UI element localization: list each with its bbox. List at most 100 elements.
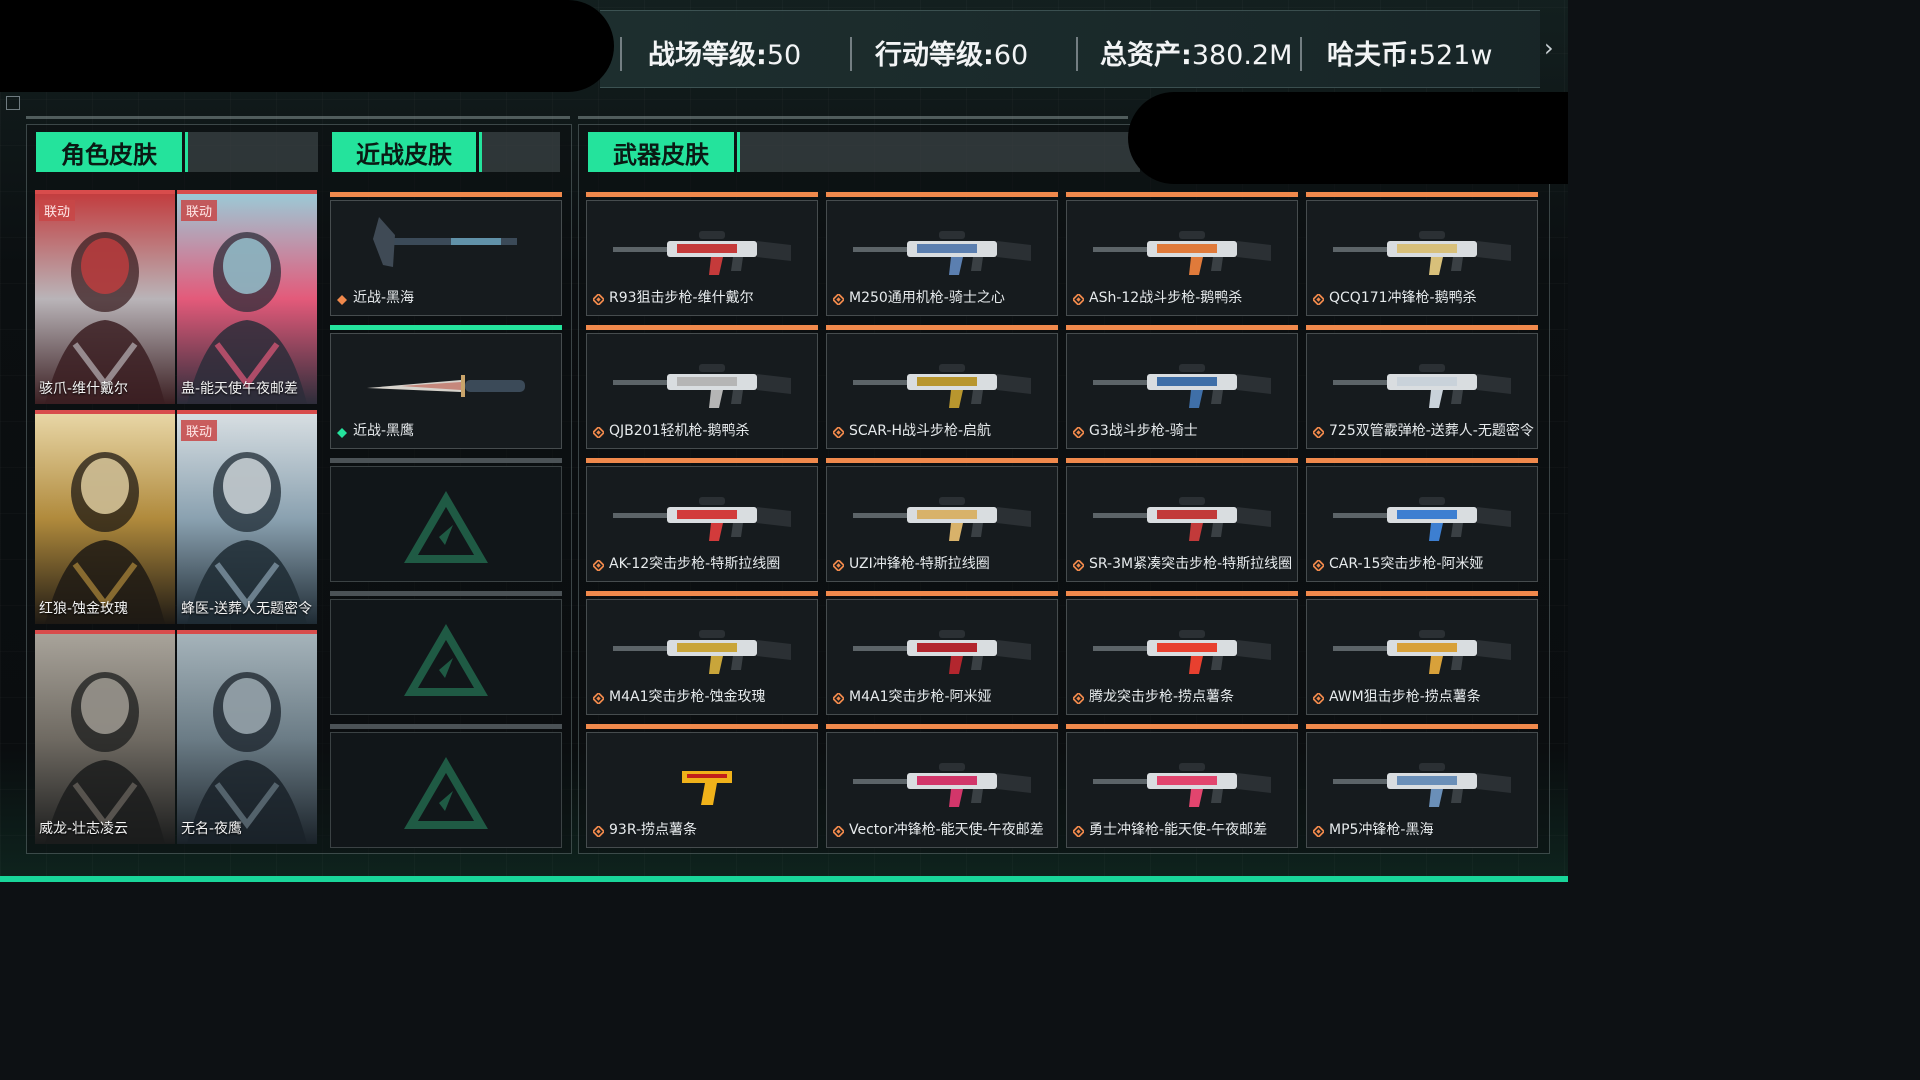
empty-melee-slot[interactable] [330,458,562,582]
weapon-skin-card[interactable]: 勇士冲锋枪-能天使-午夜邮差 [1066,724,1298,848]
weapon-skin-name: SR-3M紧凑突击步枪-特斯拉线圈 [1089,556,1293,572]
stats-divider [850,37,852,71]
character-skin-card[interactable]: 无名-夜鹰 [177,630,317,844]
character-skin-card[interactable]: 联动 蛊-能天使午夜邮差 [177,190,317,404]
melee-skin-card[interactable]: 近战-黑鹰 [330,325,562,449]
weapon-skin-name: 腾龙突击步枪-捞点薯条 [1089,689,1235,705]
weapon-skin-card[interactable]: 725双管霰弹枪-送葬人-无题密令 [1306,325,1538,449]
character-portrait [177,194,317,404]
character-skin-name: 威龙-壮志凌云 [39,821,129,837]
rarity-diamond-icon [833,294,844,305]
weapon-icon [613,231,791,275]
weapon-skin-name: 勇士冲锋枪-能天使-午夜邮差 [1089,822,1268,838]
weapon-skin-card[interactable]: 93R-捞点薯条 [586,724,818,848]
rarity-bar [1066,325,1298,330]
weapon-skin-card[interactable]: ASh-12战斗步枪-鹅鸭杀 [1066,192,1298,316]
rarity-diamond-icon [1073,560,1084,571]
weapon-skin-card[interactable]: G3战斗步枪-骑士 [1066,325,1298,449]
weapon-skin-card[interactable]: R93狙击步枪-维什戴尔 [586,192,818,316]
weapon-skin-name: M250通用机枪-骑士之心 [849,290,1005,306]
weapon-skin-card[interactable]: QCQ171冲锋枪-鹅鸭杀 [1306,192,1538,316]
character-skin-card[interactable]: 威龙-壮志凌云 [35,630,175,844]
weapon-skin-card[interactable]: M4A1突击步枪-阿米娅 [826,591,1058,715]
collab-badge: 联动 [39,200,76,221]
weapon-icon [853,231,1031,275]
rarity-diamond-icon [593,560,604,571]
weapon-skin-card[interactable]: AK-12突击步枪-特斯拉线圈 [586,458,818,582]
rarity-diamond-icon [1313,693,1324,704]
weapon-skin-card[interactable]: 腾龙突击步枪-捞点薯条 [1066,591,1298,715]
rarity-diamond-icon [593,294,604,305]
weapon-skin-name: 725双管霰弹枪-送葬人-无题密令 [1329,423,1534,439]
right-panel-topline [578,116,1128,119]
weapon-skin-card[interactable]: AWM狙击步枪-捞点薯条 [1306,591,1538,715]
stat-value: 380.2M [1191,40,1293,71]
weapon-skin-name: 93R-捞点薯条 [609,822,698,838]
placeholder-logo-icon [404,757,488,829]
weapon-icon [1333,231,1511,275]
weapon-skin-name: QJB201轻机枪-鹅鸭杀 [609,423,750,439]
stat-label: 总资产: [1100,40,1192,71]
weapon-skin-name: Vector冲锋枪-能天使-午夜邮差 [849,822,1044,838]
character-skin-card[interactable]: 联动 骇爪-维什戴尔 [35,190,175,404]
rarity-bar [826,192,1058,197]
rarity-bar [1306,724,1538,729]
empty-melee-slot[interactable] [330,591,562,715]
weapon-skin-card[interactable]: UZI冲锋枪-特斯拉线圈 [826,458,1058,582]
axe-icon [373,217,517,267]
weapon-skin-card[interactable]: M250通用机枪-骑士之心 [826,192,1058,316]
tab-character-fill [188,132,318,172]
empty-melee-slot[interactable] [330,724,562,848]
tab-label: 近战皮肤 [356,140,452,169]
rarity-diamond-icon [337,295,347,305]
tab-melee-skins[interactable]: 近战皮肤 [332,132,482,172]
rarity-diamond-icon [1313,294,1324,305]
weapon-skin-card[interactable]: MP5冲锋枪-黑海 [1306,724,1538,848]
slot-rarity-bar [330,458,562,463]
tab-label: 武器皮肤 [613,140,709,169]
weapon-icon [1093,497,1271,541]
rarity-bar [586,192,818,197]
total-assets: 总资产:380.2M [1100,33,1292,72]
weapon-skin-card[interactable]: M4A1突击步枪-蚀金玫瑰 [586,591,818,715]
placeholder-logo-icon [404,624,488,696]
weapon-skin-card[interactable]: SCAR-H战斗步枪-启航 [826,325,1058,449]
weapon-icon [1333,364,1511,408]
rarity-diamond-icon [833,693,844,704]
weapon-icon [853,763,1031,807]
tab-weapon-fill [740,132,1140,172]
character-skin-card[interactable]: 联动 蜂医-送葬人无题密令 [177,410,317,624]
weapon-skin-card[interactable]: QJB201轻机枪-鹅鸭杀 [586,325,818,449]
weapon-skin-card[interactable]: SR-3M紧凑突击步枪-特斯拉线圈 [1066,458,1298,582]
weapon-skin-name: M4A1突击步枪-蚀金玫瑰 [609,689,766,705]
melee-skin-card[interactable]: 近战-黑海 [330,192,562,316]
rarity-diamond-icon [833,427,844,438]
stats-divider [620,37,622,71]
character-portrait [35,414,175,624]
placeholder-logo-icon [404,491,488,563]
melee-skin-name: 近战-黑海 [353,290,415,306]
left-panel-topline [26,116,570,119]
weapon-skin-name: M4A1突击步枪-阿米娅 [849,689,992,705]
rarity-diamond-icon [1313,427,1324,438]
tab-weapon-skins[interactable]: 武器皮肤 [588,132,740,172]
weapon-skin-name: UZI冲锋枪-特斯拉线圈 [849,556,990,572]
character-skin-card[interactable]: 红狼-蚀金玫瑰 [35,410,175,624]
weapon-icon [1093,630,1271,674]
redacted-block [0,0,614,92]
stat-label: 哈夫币: [1327,40,1419,71]
rarity-diamond-icon [833,826,844,837]
weapon-icon [853,497,1031,541]
tab-character-skins[interactable]: 角色皮肤 [36,132,188,172]
knife-icon [367,375,525,397]
weapon-skin-name: AWM狙击步枪-捞点薯条 [1329,689,1481,705]
weapon-skin-card[interactable]: CAR-15突击步枪-阿米娅 [1306,458,1538,582]
weapon-icon [853,630,1031,674]
rarity-bar [586,591,818,596]
stat-value: 50 [766,40,802,71]
weapon-skin-card[interactable]: Vector冲锋枪-能天使-午夜邮差 [826,724,1058,848]
weapon-skin-name: MP5冲锋枪-黑海 [1329,822,1434,838]
chevron-right-icon[interactable]: › [1544,34,1554,62]
rarity-diamond-icon [833,560,844,571]
character-skin-name: 蜂医-送葬人无题密令 [181,601,313,617]
